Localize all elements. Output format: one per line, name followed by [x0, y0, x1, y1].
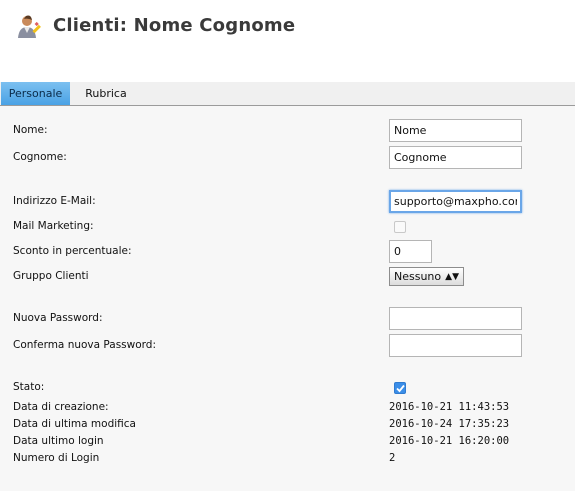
mail-marketing-checkbox[interactable] [394, 221, 406, 233]
numero-login-label: Numero di Login [13, 452, 100, 464]
email-label: Indirizzo E-Mail: [13, 195, 96, 207]
gruppo-clienti-selected: Nessuno [394, 270, 442, 283]
page-header: Clienti: Nome Cognome [0, 0, 575, 80]
ultimo-login-label: Data ultimo login [13, 435, 104, 447]
tab-bar: Personale Rubrica [0, 82, 575, 106]
stato-checkbox[interactable] [394, 382, 406, 394]
stato-label: Stato: [13, 381, 45, 393]
tab-rubrica[interactable]: Rubrica [76, 82, 136, 105]
gruppo-clienti-select[interactable]: Nessuno ▲▼ [389, 267, 464, 286]
tab-personale[interactable]: Personale [1, 82, 70, 105]
mail-marketing-label: Mail Marketing: [13, 220, 94, 232]
conferma-password-label: Conferma nuova Password: [13, 339, 157, 351]
user-edit-icon [16, 14, 42, 40]
cognome-label: Cognome: [13, 151, 67, 163]
data-creazione-label: Data di creazione: [13, 401, 109, 413]
email-input[interactable] [389, 190, 522, 213]
data-modifica-value: 2016-10-24 17:35:23 [389, 418, 510, 430]
data-creazione-value: 2016-10-21 11:43:53 [389, 401, 510, 413]
nome-label: Nome: [13, 124, 48, 136]
nome-input[interactable] [389, 119, 522, 142]
dropdown-arrow-icon: ▲▼ [445, 272, 459, 282]
nuova-password-label: Nuova Password: [13, 312, 103, 324]
nuova-password-input[interactable] [389, 307, 522, 330]
ultimo-login-value: 2016-10-21 16:20:00 [389, 435, 510, 447]
checkmark-icon [396, 384, 405, 393]
numero-login-value: 2 [389, 452, 396, 464]
customer-form: Nome: Cognome: Indirizzo E-Mail: Mail Ma… [0, 106, 575, 491]
conferma-password-input[interactable] [389, 334, 522, 357]
gruppo-clienti-label: Gruppo Clienti [13, 270, 89, 282]
sconto-input[interactable] [389, 240, 432, 263]
cognome-input[interactable] [389, 146, 522, 169]
data-modifica-label: Data di ultima modifica [13, 418, 136, 430]
page-title: Clienti: Nome Cognome [53, 15, 296, 36]
sconto-label: Sconto in percentuale: [13, 245, 132, 257]
